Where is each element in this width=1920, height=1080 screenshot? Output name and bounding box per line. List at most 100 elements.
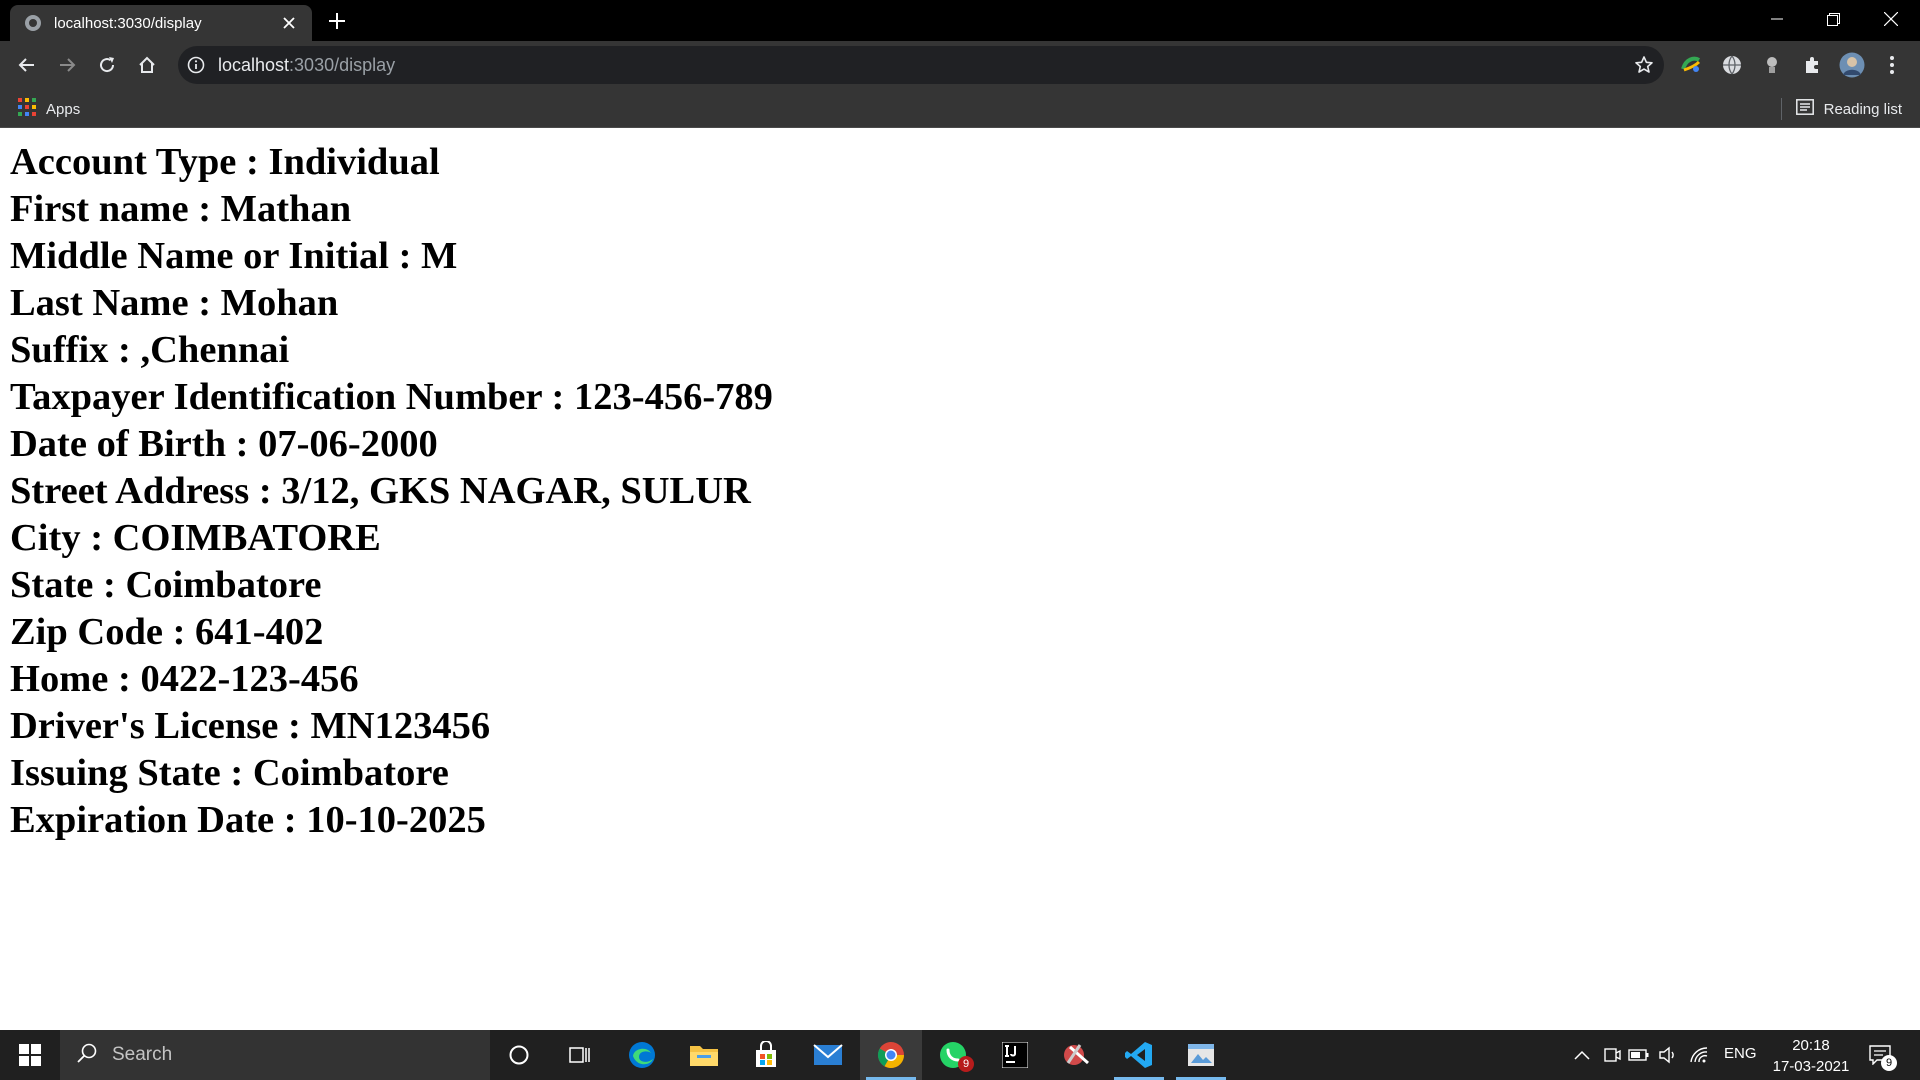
field-label: Expiration Date [10,799,275,841]
field-account-type: Account Type : Individual [10,141,440,183]
field-label: Zip Code [10,611,163,653]
site-info-icon[interactable] [186,55,206,75]
field-last-name: Last Name : Mohan [10,282,339,324]
intellij-icon[interactable] [984,1030,1046,1080]
browser-menu-icon[interactable] [1878,51,1906,79]
field-label: State [10,564,94,606]
back-arrow-icon[interactable] [13,51,41,79]
battery-icon[interactable] [1627,1043,1651,1067]
field-label: Taxpayer Identification Number [10,376,542,418]
field-label: City [10,517,81,559]
action-center-icon[interactable]: 9 [1868,1043,1897,1071]
field-value: 123-456-789 [574,376,773,418]
bookmarks-divider [1780,98,1782,120]
forward-arrow-icon[interactable] [53,51,81,79]
display-content: Account Type : Individual First name : M… [10,139,773,844]
apps-label: Apps [46,101,81,118]
field-value: Individual [268,141,440,183]
field-value: Mathan [220,188,352,230]
address-bar[interactable]: localhost:3030/display [178,46,1664,84]
field-street-address: Street Address : 3/12, GKS NAGAR, SULUR [10,470,751,512]
restore-window-icon[interactable] [1805,0,1862,38]
input-language[interactable]: ENG [1724,1045,1757,1062]
windows-start-icon[interactable] [0,1030,60,1080]
minimize-window-icon[interactable] [1748,0,1805,38]
snip-sketch-icon[interactable] [1046,1030,1108,1080]
system-clock[interactable]: 20:18 17-03-2021 [1766,1035,1856,1077]
field-value: 641-402 [195,611,324,653]
windows-taskbar: Search 9 ENG 20:18 17-03-2021 9 [0,1030,1920,1080]
extensions-puzzle-icon[interactable] [1798,51,1826,79]
notification-badge: 9 [1881,1055,1897,1071]
field-label: Street Address [10,470,250,512]
image-viewer-icon[interactable] [1170,1030,1232,1080]
field-value: 07-06-2000 [258,423,438,465]
bookmark-star-icon[interactable] [1632,53,1656,77]
bookmarks-bar: Apps Reading list [0,89,1920,128]
tab-strip: localhost:3030/display [0,0,1920,41]
browser-tab[interactable]: localhost:3030/display [10,5,312,41]
field-label: Date of Birth [10,423,226,465]
field-label: Account Type [10,141,237,183]
apps-grid-icon [18,98,36,121]
field-zip-code: Zip Code : 641-402 [10,611,324,653]
field-value: Mohan [220,282,339,324]
close-window-icon[interactable] [1862,0,1919,38]
edge-browser-icon[interactable] [611,1030,673,1080]
tab-title: localhost:3030/display [54,14,202,32]
reading-list-label: Reading list [1823,100,1902,118]
field-value: MN123456 [310,705,491,747]
microsoft-store-icon[interactable] [735,1030,797,1080]
field-value: Coimbatore [125,564,322,606]
field-first-name: First name : Mathan [10,188,352,230]
field-label: Middle Name or Initial [10,235,389,277]
cortana-icon[interactable] [488,1030,550,1080]
globe-favicon-icon [24,14,42,32]
field-state: State : Coimbatore [10,564,322,606]
close-tab-icon[interactable] [278,12,300,34]
field-value: Coimbatore [252,752,449,794]
field-value: 10-10-2025 [306,799,486,841]
chrome-browser-icon[interactable] [860,1030,922,1080]
field-value: COIMBATORE [112,517,381,559]
mail-icon[interactable] [797,1030,859,1080]
extension-color-icon[interactable] [1677,51,1705,79]
field-suffix: Suffix : ,Chennai [10,329,290,371]
field-label: Driver's License [10,705,279,747]
task-view-icon[interactable] [549,1030,611,1080]
url-text[interactable]: localhost:3030/display [218,55,395,76]
profile-avatar[interactable] [1838,51,1866,79]
field-value: 3/12, GKS NAGAR, SULUR [281,470,751,512]
apps-shortcut[interactable]: Apps [18,98,80,121]
search-placeholder: Search [112,1044,173,1065]
field-label: Home [10,658,109,700]
field-label: First name [10,188,189,230]
whatsapp-icon[interactable]: 9 [922,1030,984,1080]
home-icon[interactable] [133,51,161,79]
field-expiration-date: Expiration Date : 10-10-2025 [10,799,486,841]
volume-icon[interactable] [1656,1043,1680,1067]
field-drivers-license: Driver's License : MN123456 [10,705,491,747]
field-taxpayer-id: Taxpayer Identification Number : 123-456… [10,376,773,418]
field-value: 0422-123-456 [140,658,359,700]
field-value: ,Chennai [140,329,290,371]
field-issuing-state: Issuing State : Coimbatore [10,752,449,794]
show-hidden-icons-chevron-icon[interactable] [1570,1043,1594,1067]
clock-date: 17-03-2021 [1772,1058,1850,1075]
url-host: localhost [218,55,290,75]
field-label: Suffix [10,329,109,371]
meet-now-icon[interactable] [1600,1043,1624,1067]
reading-list-button[interactable]: Reading list [1780,98,1902,120]
new-tab-icon[interactable] [325,9,349,33]
wifi-icon[interactable] [1687,1043,1711,1067]
reload-icon[interactable] [93,51,121,79]
taskbar-search-box[interactable]: Search [60,1030,490,1080]
vscode-icon[interactable] [1108,1030,1170,1080]
file-explorer-icon[interactable] [673,1030,735,1080]
reading-list-icon [1795,98,1814,120]
field-value: M [421,235,458,277]
extension-globe-icon[interactable] [1718,51,1746,79]
extension-bulb-icon[interactable] [1758,51,1786,79]
whatsapp-badge: 9 [958,1056,974,1072]
field-city: City : COIMBATORE [10,517,381,559]
